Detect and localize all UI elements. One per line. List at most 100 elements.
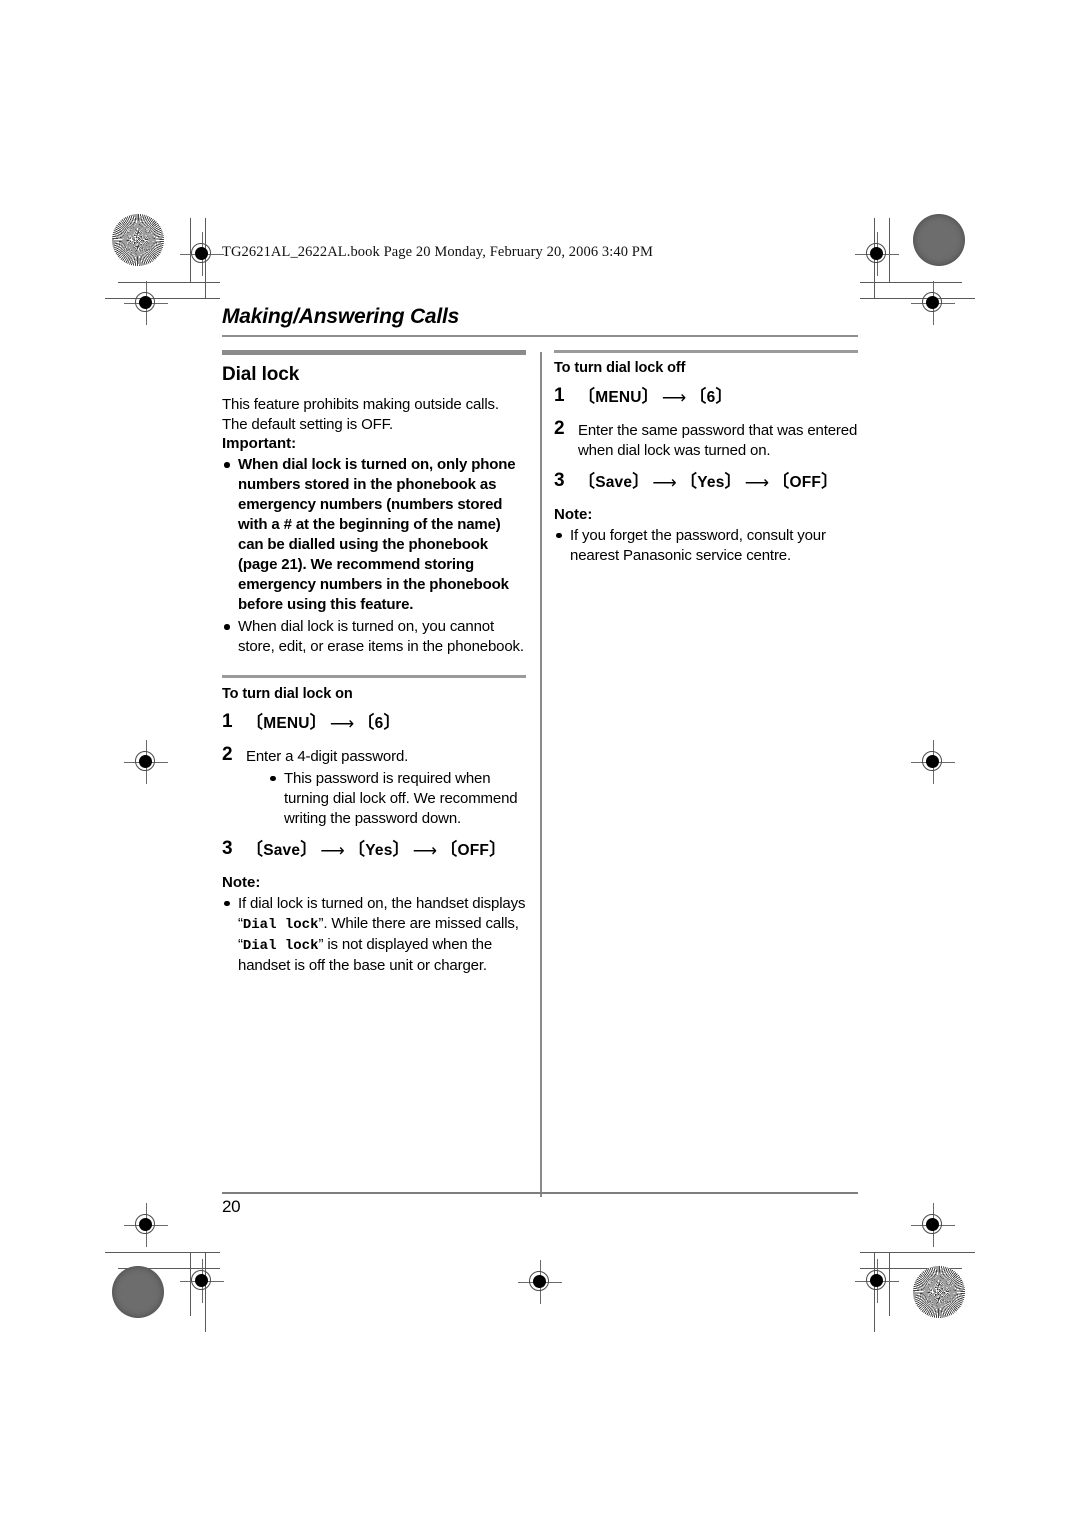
list-item: If you forget the password, consult your… [554,526,858,566]
step-item: 1 〔MENU〕 ⟶ 〔6〕 [554,384,858,409]
subsection-title-turn-on: To turn dial lock on [222,685,353,702]
bracket-open-icon: 〔 [679,472,698,491]
trim-line [118,282,220,283]
registration-crosshair-icon [911,281,955,325]
trim-line [874,218,875,298]
key-label: Yes [365,841,393,859]
registration-crosshair-icon [124,1203,168,1247]
bracket-open-icon: 〔 [440,840,458,859]
page-footer: 20 [222,1192,858,1217]
step-item: 2 Enter the same password that was enter… [554,418,858,461]
step-number: 3 [554,469,565,491]
trim-line [205,218,206,298]
key-label: MENU [263,714,310,732]
trim-line [860,1252,975,1253]
trim-line [874,1252,875,1332]
footer-rule [222,1192,858,1194]
display-text: Dial lock [242,937,319,954]
step-item: 3 〔Save〕 ⟶ 〔Yes〕 ⟶ 〔OFF〕 [554,469,858,494]
key-label: Save [595,473,633,491]
trim-line [105,298,220,299]
page-header: Making/Answering Calls [222,305,858,337]
bracket-close-icon: 〕 [715,387,733,406]
list-item: If dial lock is turned on, the handset d… [222,894,526,976]
trim-line [860,1268,962,1269]
bracket-open-icon: 〔 [246,840,264,859]
registration-crosshair-icon [911,1203,955,1247]
registration-crosshair-icon [180,1259,224,1303]
step-item: 2 Enter a 4-digit password. This passwor… [222,743,526,829]
registration-rosette-icon [913,1266,965,1318]
registration-crosshair-icon [855,232,899,276]
step-number: 2 [222,743,233,765]
bracket-close-icon: 〕 [489,840,507,859]
step-number: 1 [222,710,233,732]
header-rule [222,335,858,337]
key-label: OFF [789,473,822,491]
step-text: Enter the same password that was entered… [578,421,858,459]
right-column: To turn dial lock off 1 〔MENU〕 ⟶ 〔6〕 2 Ent… [554,350,858,568]
subsection-rule [554,350,858,353]
bracket-close-icon: 〕 [300,840,318,859]
page-number: 20 [222,1197,241,1216]
bracket-close-icon: 〕 [724,472,742,491]
key-label: Yes [697,473,725,491]
important-label: Important: [222,435,297,452]
steps-turn-off: 1 〔MENU〕 ⟶ 〔6〕 2 Enter the same password t… [554,384,858,494]
arrow-icon: ⟶ [412,840,438,860]
subsection-title-turn-off: To turn dial lock off [554,359,686,376]
bracket-open-icon: 〔 [246,713,264,732]
step-number: 3 [222,837,233,859]
key-sequence: 〔MENU〕 ⟶ 〔6〕 [246,713,401,733]
important-bullet-list: When dial lock is turned on, only phone … [222,455,526,657]
trim-line [190,218,191,282]
list-item: This password is required when turning d… [268,769,526,829]
arrow-icon: ⟶ [652,472,677,492]
subsection-rule [222,675,526,678]
arrow-icon: ⟶ [320,840,345,860]
bracket-open-icon: 〔 [347,840,366,859]
bracket-open-icon: 〔 [357,713,375,732]
arrow-icon: ⟶ [661,387,687,407]
section-rule [222,350,526,355]
section-title: Dial lock [222,364,300,385]
bracket-close-icon: 〕 [383,713,401,732]
key-sequence: 〔MENU〕 ⟶ 〔6〕 [578,387,733,407]
note-label-left: Note: [222,873,261,891]
arrow-icon: ⟶ [744,472,770,492]
steps-turn-on: 1 〔MENU〕 ⟶ 〔6〕 2 Enter a 4-digit password.… [222,710,526,862]
step-item: 3 〔Save〕 ⟶ 〔Yes〕 ⟶ 〔OFF〕 [222,837,526,862]
key-sequence: 〔Save〕 ⟶ 〔Yes〕 ⟶ 〔OFF〕 [578,472,838,492]
trim-line [860,282,962,283]
registration-rosette-icon [112,1266,164,1318]
key-label: OFF [457,841,490,859]
file-stamp: TG2621AL_2622AL.book Page 20 Monday, Feb… [222,244,653,260]
arrow-icon: ⟶ [329,713,355,733]
key-label: MENU [595,388,642,406]
display-text: Dial lock [242,916,319,933]
list-item: When dial lock is turned on, you cannot … [222,617,526,657]
trim-line [889,1252,890,1316]
bracket-open-icon: 〔 [578,472,596,491]
trim-line [205,1252,206,1332]
note-label-right: Note: [554,505,593,523]
bracket-close-icon: 〕 [641,387,659,406]
trim-line [105,1252,220,1253]
registration-crosshair-icon [180,232,224,276]
note-bullet-list-left: If dial lock is turned on, the handset d… [222,894,526,976]
registration-crosshair-icon [124,281,168,325]
section-intro: This feature prohibits making outside ca… [222,396,499,433]
trim-line [118,1268,220,1269]
left-column: Dial lock This feature prohibits making … [222,350,526,978]
registration-rosette-icon [913,214,965,266]
bracket-open-icon: 〔 [772,472,790,491]
trim-line [860,298,975,299]
registration-crosshair-icon [124,740,168,784]
chapter-title: Making/Answering Calls [222,305,460,328]
column-divider [540,352,542,1197]
registration-crosshair-icon [911,740,955,784]
bracket-open-icon: 〔 [578,387,596,406]
registration-crosshair-icon [855,1259,899,1303]
step-number: 1 [554,384,565,406]
note-bullet-list-right: If you forget the password, consult your… [554,526,858,566]
